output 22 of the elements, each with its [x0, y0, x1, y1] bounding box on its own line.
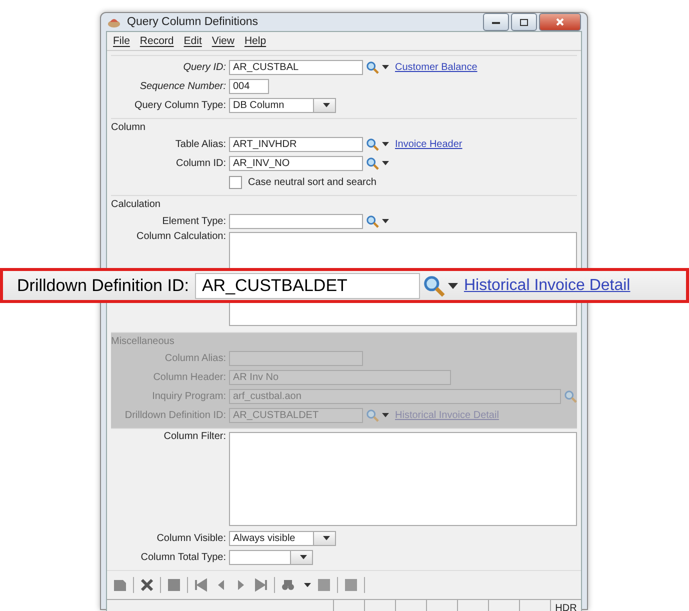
callout-label: Drilldown Definition ID: — [17, 276, 189, 296]
field-label: Element Type: — [161, 216, 227, 227]
section-title: Column — [111, 121, 146, 135]
window-title: Query Column Definitions — [127, 16, 258, 28]
field-label: Query ID: — [182, 62, 227, 73]
field-label: Sequence Number: — [138, 81, 227, 92]
section-title: Calculation — [111, 198, 162, 212]
field-label: Column Visible: — [156, 533, 227, 544]
status-indicator: HDR — [550, 600, 581, 611]
field-label: Column Filter: — [162, 431, 227, 442]
field-label: Column Header: — [152, 372, 227, 383]
field-label: Column Calculation: — [136, 231, 227, 242]
field-label: Table Alias: — [174, 139, 227, 150]
field-label: Column Alias: — [164, 353, 227, 364]
section-title: Miscellaneous — [111, 335, 176, 349]
field-label: Drilldown Definition ID: — [124, 410, 227, 421]
checkbox-label: Case neutral sort and search — [248, 177, 376, 188]
field-label: Column Total Type: — [140, 552, 227, 563]
callout-input-field: AR_CUSTBALDET — [194, 272, 420, 298]
field-label: Inquiry Program: — [151, 391, 227, 402]
field-label: Query Column Type: — [133, 100, 227, 111]
field-label: Column ID: — [174, 158, 227, 169]
